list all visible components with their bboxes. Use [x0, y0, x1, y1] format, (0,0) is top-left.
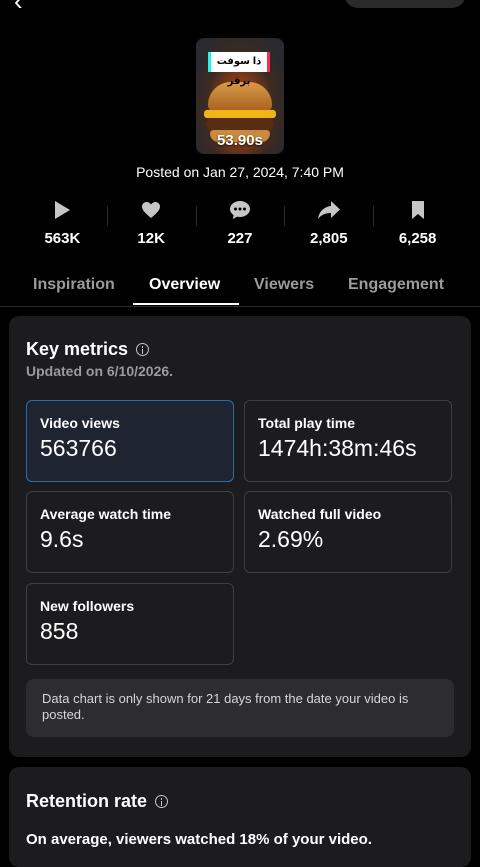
metric-average-watch-time[interactable]: Average watch time 9.6s [26, 491, 234, 573]
tab-viewers[interactable]: Viewers [254, 276, 314, 294]
metric-total-play-time[interactable]: Total play time 1474h:38m:46s [244, 400, 452, 482]
top-bar: ‹ [0, 0, 480, 16]
video-duration: 53.90s [217, 132, 263, 149]
key-metrics-card: Key metrics Updated on 6/10/2026. Video … [9, 316, 471, 757]
metric-label: Video views [40, 415, 120, 431]
stat-saves: 6,258 [373, 196, 462, 252]
tab-bar: Inspiration Overview Viewers Engagement [0, 270, 480, 307]
metric-new-followers[interactable]: New followers 858 [26, 583, 234, 665]
retention-heading: Retention rate [26, 791, 169, 812]
burger-patty [206, 118, 274, 130]
share-icon [317, 196, 341, 224]
stats-row: 563K 12K 227 2,805 6,258 [18, 196, 462, 252]
retention-summary: On average, viewers watched 18% of your … [26, 831, 372, 848]
metric-value: 563766 [40, 435, 117, 461]
key-metrics-heading: Key metrics [26, 339, 150, 360]
stat-comments: 227 [195, 196, 285, 252]
retention-card: Retention rate On average, viewers watch… [9, 767, 471, 867]
comment-icon [229, 196, 251, 224]
data-chart-notice: Data chart is only shown for 21 days fro… [26, 679, 454, 737]
metric-value: 1474h:38m:46s [258, 435, 417, 461]
metric-value: 9.6s [40, 526, 84, 552]
video-overlay-text: ذا سوفت برقر [208, 52, 270, 87]
stat-value: 2,805 [310, 230, 348, 247]
metric-label: New followers [40, 598, 135, 614]
top-action-pill[interactable] [344, 0, 466, 8]
heart-icon [141, 196, 161, 224]
metric-value: 2.69% [258, 526, 324, 552]
tab-inspiration[interactable]: Inspiration [33, 276, 115, 294]
active-tab-indicator [133, 303, 239, 305]
stat-value: 6,258 [398, 230, 437, 247]
info-icon[interactable] [155, 795, 169, 808]
retention-title: Retention rate [26, 791, 148, 811]
burger-cheese [204, 110, 276, 118]
metric-value: 858 [40, 618, 79, 644]
metric-video-views[interactable]: Video views 563766 [26, 400, 234, 482]
posted-date: Posted on Jan 27, 2024, 7:40 PM [136, 164, 344, 180]
metric-label: Watched full video [258, 506, 382, 522]
key-metrics-title: Key metrics [26, 339, 129, 359]
bookmark-icon [410, 196, 426, 224]
stat-value: 563K [44, 230, 81, 247]
tab-overview[interactable]: Overview [149, 276, 220, 294]
stat-value: 12K [137, 230, 165, 247]
stat-likes: 12K [106, 196, 196, 252]
stat-shares: 2,805 [284, 196, 373, 252]
stat-value: 227 [227, 230, 253, 247]
metric-label: Total play time [258, 415, 355, 431]
metric-watched-full-video[interactable]: Watched full video 2.69% [244, 491, 452, 573]
play-icon [52, 196, 72, 224]
tab-engagement[interactable]: Engagement [348, 276, 444, 294]
info-icon[interactable] [136, 343, 150, 356]
stat-plays: 563K [18, 196, 107, 252]
video-thumbnail[interactable]: ذا سوفت برقر 53.90s [196, 38, 284, 154]
back-chevron-icon[interactable]: ‹ [14, 0, 23, 17]
updated-date: Updated on 6/10/2026. [26, 363, 174, 379]
metric-label: Average watch time [40, 506, 171, 522]
